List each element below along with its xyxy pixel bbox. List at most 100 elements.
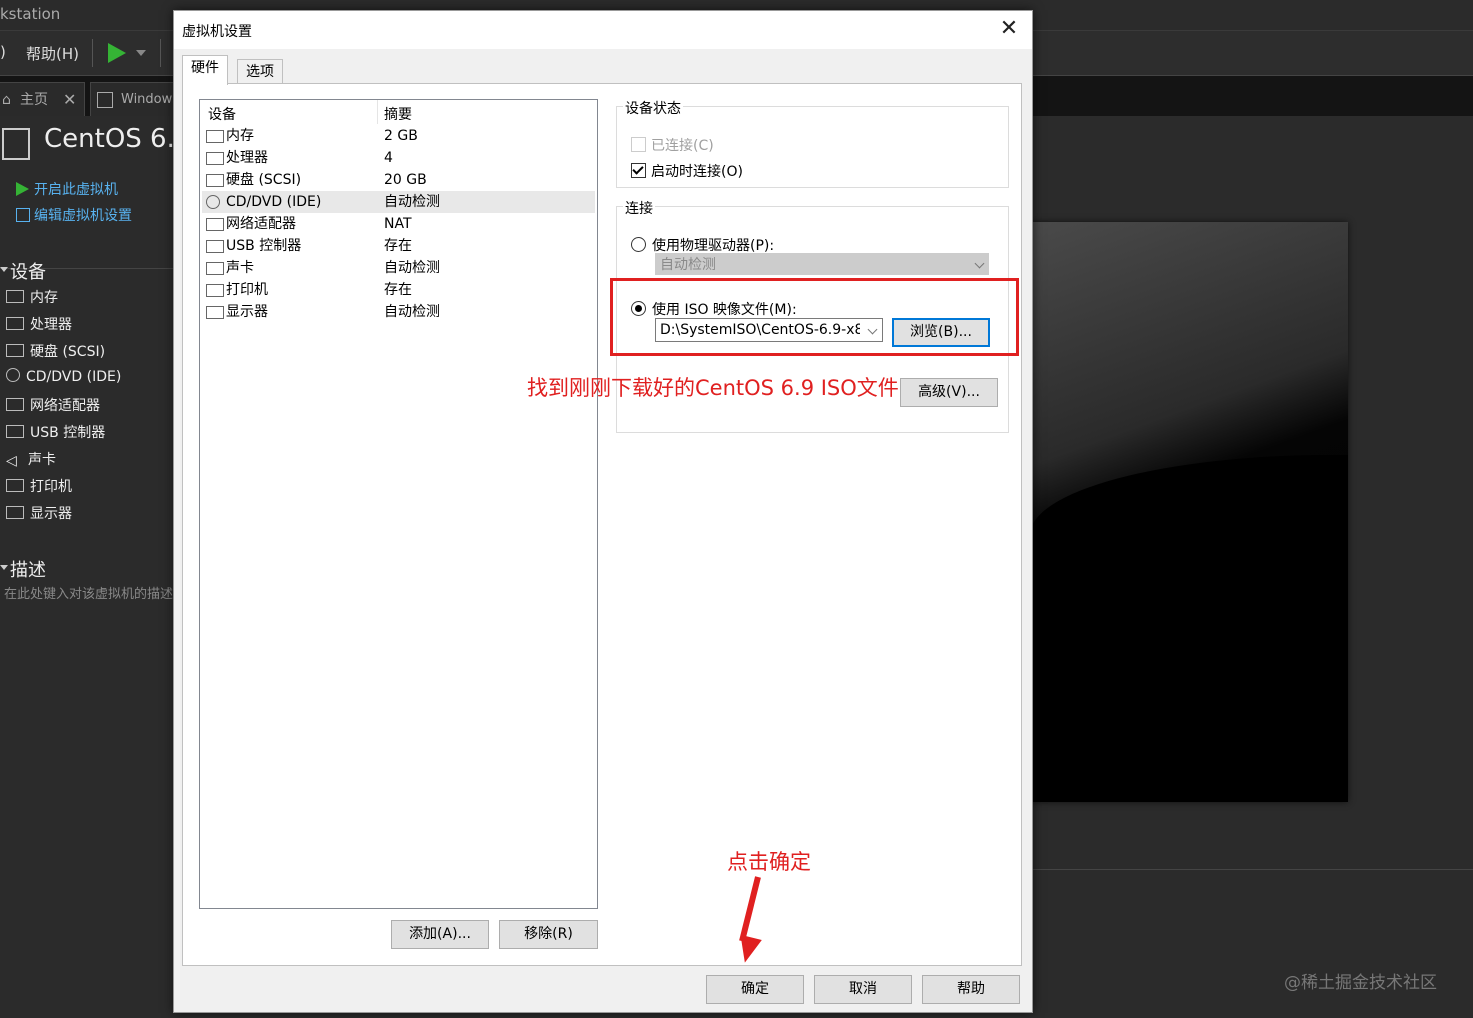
edit-vm-link[interactable]: 编辑虚拟机设置 (16, 205, 132, 225)
tab-home-label: 主页 (20, 92, 48, 108)
network-icon (6, 398, 24, 411)
sidebar-device-label: 显示器 (30, 506, 72, 522)
start-vm-label: 开启此虚拟机 (34, 182, 118, 198)
network-icon (206, 218, 224, 231)
sidebar-device[interactable]: ◁ 声卡 (6, 449, 56, 469)
toolbar-separator (92, 39, 93, 67)
description-header-label: 描述 (10, 560, 46, 581)
iso-path-combobox[interactable]: D:\SystemISO\CentOS-6.9-x86_64-bin-DVD1.… (655, 318, 883, 342)
device-summary: 存在 (384, 238, 412, 254)
radio-dot-selected (631, 301, 646, 316)
device-summary: 4 (384, 150, 393, 166)
device-list[interactable]: 设备 摘要 内存 2 GB 处理器 4 硬盘 (SCSI) 20 GB CD/DVD (ID… (199, 99, 598, 909)
device-status-label: 设备状态 (623, 98, 683, 118)
iso-image-label: 使用 ISO 映像文件(M): (652, 302, 797, 318)
description-section-header[interactable]: 描述 (0, 556, 46, 582)
device-summary: 自动检测 (384, 194, 440, 210)
memory-icon (206, 130, 224, 143)
menu-item-help[interactable]: 帮助(H) (26, 43, 79, 64)
power-on-icon[interactable] (108, 43, 126, 63)
sidebar-device-label: 打印机 (30, 479, 72, 495)
add-device-button[interactable]: 添加(A)... (391, 920, 489, 949)
usb-icon (206, 240, 224, 253)
tab-hardware[interactable]: 硬件 (182, 55, 228, 85)
sidebar-device[interactable]: CD/DVD (IDE) (6, 368, 121, 385)
device-list-row[interactable]: 处理器 4 (202, 147, 595, 169)
vm-title: CentOS 6.9 (44, 124, 192, 154)
devices-section-header[interactable]: 设备 (0, 258, 46, 284)
connect-on-power-on-label: 启动时连接(O) (651, 164, 743, 180)
connected-checkbox[interactable]: 已连接(C) (631, 135, 714, 155)
vm-settings-dialog: 虚拟机设置 ✕ 选项 硬件 设备 摘要 内存 2 GB 处理器 4 硬盘 (SCSI) 2… (173, 10, 1033, 1013)
close-icon[interactable]: ✕ (994, 15, 1024, 45)
browse-button[interactable]: 浏览(B)... (892, 318, 990, 347)
display-icon (6, 506, 24, 519)
watermark: @稀土掘金技术社区 (1284, 973, 1437, 993)
device-list-row[interactable]: CD/DVD (IDE) 自动检测 (202, 191, 595, 213)
description-field[interactable]: 在此处键入对该虚拟机的描述 (4, 583, 174, 602)
iso-image-radio[interactable]: 使用 ISO 映像文件(M): (631, 299, 797, 319)
sidebar-device[interactable]: 网络适配器 (6, 395, 100, 415)
menu-item-partial[interactable]: ) (0, 43, 6, 61)
toolbar-separator (160, 39, 161, 67)
sidebar-device[interactable]: USB 控制器 (6, 422, 105, 442)
physical-drive-select[interactable]: 自动检测 (655, 253, 989, 275)
device-name: 内存 (226, 128, 254, 144)
ok-annotation-text: 点击确定 (727, 850, 811, 874)
column-header-summary[interactable]: 摘要 (384, 104, 412, 124)
tab-windows-label: Windows (121, 92, 180, 107)
dialog-title: 虚拟机设置 (182, 24, 252, 40)
iso-path-value: D:\SystemISO\CentOS-6.9-x86_64-bin-DVD1.… (660, 322, 860, 338)
device-list-row[interactable]: 打印机 存在 (202, 279, 595, 301)
tab-options[interactable]: 选项 (237, 59, 283, 84)
remove-device-button[interactable]: 移除(R) (499, 920, 598, 949)
help-button[interactable]: 帮助 (922, 975, 1020, 1004)
physical-drive-radio[interactable]: 使用物理驱动器(P): (631, 235, 774, 255)
device-list-header: 设备 摘要 (200, 100, 597, 124)
printer-icon (206, 284, 224, 297)
device-name: 打印机 (226, 282, 268, 298)
ok-button[interactable]: 确定 (706, 975, 804, 1004)
start-vm-link[interactable]: 开启此虚拟机 (16, 179, 118, 199)
device-list-row[interactable]: 显示器 自动检测 (202, 301, 595, 323)
device-name: 处理器 (226, 150, 268, 166)
advanced-button[interactable]: 高级(V)... (900, 378, 998, 407)
sidebar-device[interactable]: 显示器 (6, 503, 72, 523)
sound-icon (206, 262, 224, 275)
device-list-row[interactable]: 声卡 自动检测 (202, 257, 595, 279)
sidebar-device[interactable]: 内存 (6, 287, 58, 307)
device-list-row[interactable]: 内存 2 GB (202, 125, 595, 147)
play-icon (16, 182, 29, 196)
sidebar-device[interactable]: 处理器 (6, 314, 72, 334)
tab-home[interactable]: ⌂ 主页 ✕ (0, 82, 85, 118)
tab-windows[interactable]: Windows (90, 82, 182, 118)
device-list-row[interactable]: USB 控制器 存在 (202, 235, 595, 257)
device-name: CD/DVD (IDE) (226, 194, 322, 210)
column-header-device[interactable]: 设备 (208, 104, 236, 124)
sidebar-device-label: 内存 (30, 290, 58, 306)
sidebar-device[interactable]: 打印机 (6, 476, 72, 496)
printer-icon (6, 479, 24, 492)
sidebar-device-label: USB 控制器 (30, 425, 106, 441)
cdrom-icon (206, 195, 220, 209)
close-icon[interactable]: ✕ (63, 83, 76, 117)
sidebar-device-label: CD/DVD (IDE) (26, 369, 122, 385)
cdrom-icon (6, 368, 20, 382)
connect-on-power-on-checkbox[interactable]: 启动时连接(O) (631, 161, 743, 181)
chevron-down-icon[interactable] (136, 50, 146, 56)
chevron-down-icon (867, 324, 878, 335)
devices-header-label: 设备 (10, 262, 46, 283)
dialog-titlebar: 虚拟机设置 ✕ (174, 11, 1032, 49)
device-list-row[interactable]: 网络适配器 NAT (202, 213, 595, 235)
device-summary: 20 GB (384, 172, 427, 188)
device-list-row[interactable]: 硬盘 (SCSI) 20 GB (202, 169, 595, 191)
sidebar-device[interactable]: 硬盘 (SCSI) (6, 341, 105, 361)
radio-dot (631, 237, 646, 252)
device-name: 声卡 (226, 260, 254, 276)
cancel-button[interactable]: 取消 (814, 975, 912, 1004)
harddisk-icon (6, 344, 24, 357)
cpu-icon (206, 152, 224, 165)
device-summary: 存在 (384, 282, 412, 298)
checkmark-icon (631, 163, 646, 178)
sidebar-device-label: 声卡 (28, 452, 56, 468)
